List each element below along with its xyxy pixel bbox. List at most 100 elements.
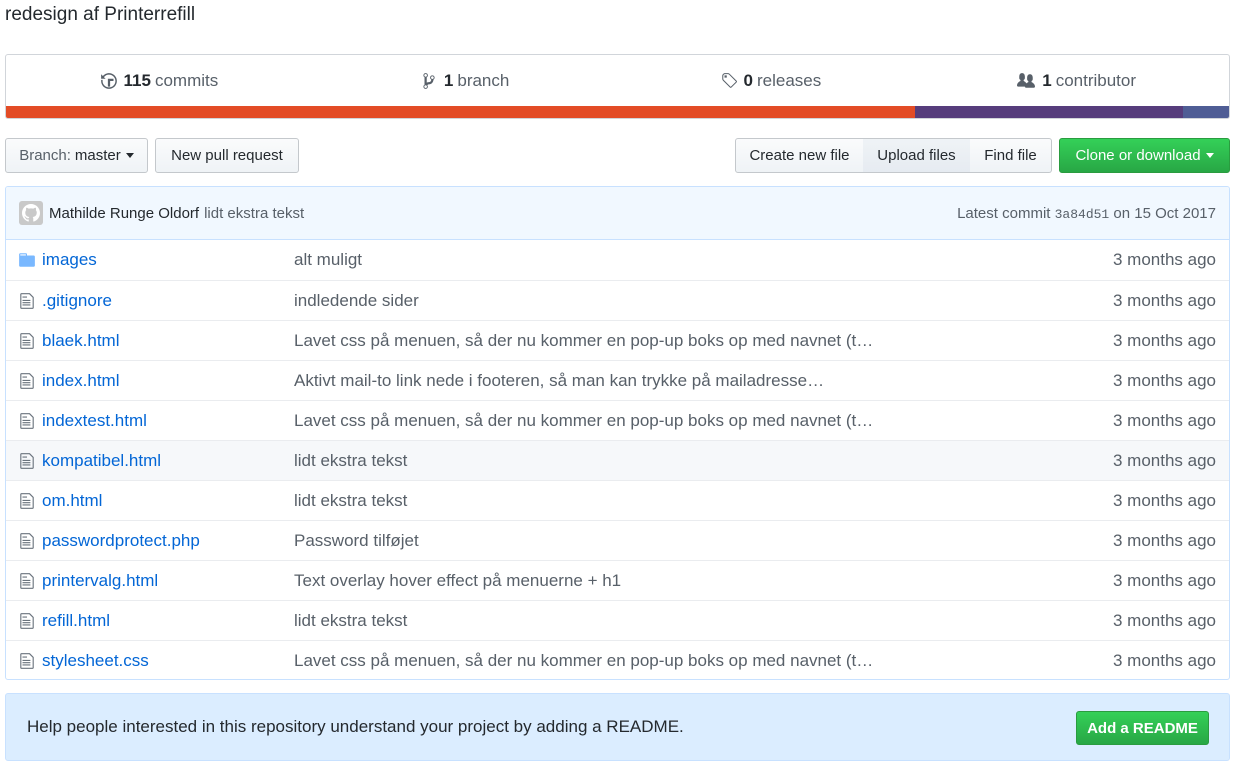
language-bar[interactable] xyxy=(6,106,1229,118)
file-text-icon xyxy=(6,332,42,350)
new-pull-request-button[interactable]: New pull request xyxy=(155,138,299,173)
file-text-icon xyxy=(6,372,42,390)
file-name-link[interactable]: indextest.html xyxy=(42,411,294,431)
file-text-icon xyxy=(6,612,42,630)
contributors-link[interactable]: 1 contributor xyxy=(923,71,1229,91)
file-age: 3 months ago xyxy=(1112,410,1216,430)
file-commit-message[interactable]: lidt ekstra tekst xyxy=(294,611,407,631)
table-row[interactable]: printervalg.html Text overlay hover effec… xyxy=(6,560,1229,600)
file-age: 3 months ago xyxy=(1112,370,1216,390)
file-name-link[interactable]: kompatibel.html xyxy=(42,451,294,471)
table-row[interactable]: .gitignore indledende sider 3 months ago xyxy=(6,280,1229,320)
table-row[interactable]: stylesheet.css Lavet css på menuen, så de… xyxy=(6,640,1229,679)
contributors-count: 1 xyxy=(1042,70,1052,90)
date-prefix: on xyxy=(1113,204,1131,222)
file-text-icon xyxy=(6,532,42,550)
file-list: Mathilde Runge Oldorf lidt ekstra tekst … xyxy=(5,186,1230,680)
releases-label: releases xyxy=(756,70,822,90)
file-commit-message[interactable]: Lavet css på menuen, så der nu kommer en… xyxy=(294,651,873,671)
table-row[interactable]: passwordprotect.php Password tilføjet 3 mo… xyxy=(6,520,1229,560)
repo-description: redesign af Printerrefill xyxy=(5,4,196,25)
language-segment[interactable] xyxy=(914,106,1183,118)
history-icon xyxy=(100,72,117,89)
commit-author[interactable]: Mathilde Runge Oldorf xyxy=(49,205,199,222)
file-age: 3 months ago xyxy=(1112,650,1216,670)
file-age: 3 months ago xyxy=(1112,450,1216,470)
file-name-link[interactable]: index.html xyxy=(42,371,294,391)
branch-select-button[interactable]: Branch: master xyxy=(5,138,148,173)
upload-files-button[interactable]: Upload files xyxy=(863,138,971,173)
table-row[interactable]: om.html lidt ekstra tekst 3 months ago xyxy=(6,480,1229,520)
file-text-icon xyxy=(6,412,42,430)
file-commit-message[interactable]: Lavet css på menuen, så der nu kommer en… xyxy=(294,331,873,351)
clone-label: Clone or download xyxy=(1075,147,1201,164)
file-rows: images alt muligt 3 months ago .gitignore in… xyxy=(6,240,1229,679)
organization-icon xyxy=(1017,72,1036,88)
branches-label: branch xyxy=(457,70,510,90)
file-text-icon xyxy=(6,452,42,470)
commit-message[interactable]: lidt ekstra tekst xyxy=(204,205,304,222)
file-name-link[interactable]: blaek.html xyxy=(42,331,294,351)
table-row[interactable]: refill.html lidt ekstra tekst 3 months ago xyxy=(6,600,1229,640)
branches-count: 1 xyxy=(443,70,454,90)
commit-sha[interactable]: 3a84d51 xyxy=(1055,207,1110,222)
file-name-link[interactable]: om.html xyxy=(42,491,294,511)
commit-tease: Mathilde Runge Oldorf lidt ekstra tekst … xyxy=(6,187,1229,240)
file-commit-message[interactable]: Password tilføjet xyxy=(294,531,419,551)
file-commit-message[interactable]: lidt ekstra tekst xyxy=(294,491,407,511)
contributors-label: contributor xyxy=(1055,70,1137,90)
file-text-icon xyxy=(6,652,42,670)
file-text-icon xyxy=(6,292,42,310)
latest-commit-prefix: Latest commit xyxy=(957,204,1051,222)
repo-summary: 115 commits 1 branch 0 releases 1 contri… xyxy=(5,54,1230,119)
language-segment[interactable] xyxy=(1182,106,1229,118)
releases-link[interactable]: 0 releases xyxy=(618,71,924,91)
latest-commit: Latest commit 3a84d51 on 15 Oct 2017 xyxy=(957,205,1216,222)
file-name-link[interactable]: refill.html xyxy=(42,611,294,631)
file-commit-message[interactable]: Aktivt mail-to link nede i footeren, så … xyxy=(294,371,824,391)
git-branch-icon xyxy=(423,72,435,89)
create-new-file-button[interactable]: Create new file xyxy=(735,138,864,173)
file-navigation: Branch: master New pull request Create n… xyxy=(5,138,1230,173)
file-commit-message[interactable]: indledende sider xyxy=(294,291,419,311)
file-name-link[interactable]: stylesheet.css xyxy=(42,651,294,671)
file-commit-message[interactable]: lidt ekstra tekst xyxy=(294,451,407,471)
file-text-icon xyxy=(6,492,42,510)
find-file-button[interactable]: Find file xyxy=(970,138,1052,173)
tag-icon xyxy=(721,72,737,88)
file-name-link[interactable]: printervalg.html xyxy=(42,571,294,591)
avatar[interactable] xyxy=(19,201,43,225)
folder-icon xyxy=(6,251,42,269)
file-age: 3 months ago xyxy=(1112,490,1216,510)
table-row[interactable]: indextest.html Lavet css på menuen, så de… xyxy=(6,400,1229,440)
releases-count: 0 xyxy=(743,70,753,90)
clone-or-download-button[interactable]: Clone or download xyxy=(1059,138,1230,173)
commits-count: 115 xyxy=(123,70,151,90)
file-age: 3 months ago xyxy=(1112,570,1216,590)
file-age: 3 months ago xyxy=(1112,530,1216,550)
table-row[interactable]: blaek.html Lavet css på menuen, så der nu… xyxy=(6,320,1229,360)
file-name-link[interactable]: passwordprotect.php xyxy=(42,531,294,551)
caret-down-icon xyxy=(125,153,134,158)
branch-name: master xyxy=(74,147,121,164)
commits-label: commits xyxy=(154,70,219,90)
table-row[interactable]: images alt muligt 3 months ago xyxy=(6,240,1229,280)
readme-banner: Help people interested in this repositor… xyxy=(5,693,1230,761)
file-age: 3 months ago xyxy=(1112,610,1216,630)
file-name-link[interactable]: images xyxy=(42,250,294,270)
commits-link[interactable]: 115 commits xyxy=(6,71,312,91)
commit-date: 15 Oct 2017 xyxy=(1134,204,1216,222)
file-commit-message[interactable]: alt muligt xyxy=(294,250,362,270)
branches-link[interactable]: 1 branch xyxy=(312,71,618,91)
file-text-icon xyxy=(6,572,42,590)
table-row[interactable]: index.html Aktivt mail-to link nede i foo… xyxy=(6,360,1229,400)
file-commit-message[interactable]: Lavet css på menuen, så der nu kommer en… xyxy=(294,411,873,431)
file-commit-message[interactable]: Text overlay hover effect på menuerne + … xyxy=(294,571,621,591)
readme-banner-text: Help people interested in this repositor… xyxy=(27,717,684,736)
add-readme-button[interactable]: Add a README xyxy=(1076,711,1209,745)
table-row[interactable]: kompatibel.html lidt ekstra tekst 3 months… xyxy=(6,440,1229,480)
language-segment[interactable] xyxy=(6,106,915,118)
mark-github-icon xyxy=(22,204,40,222)
file-name-link[interactable]: .gitignore xyxy=(42,291,294,311)
file-age: 3 months ago xyxy=(1112,330,1216,350)
